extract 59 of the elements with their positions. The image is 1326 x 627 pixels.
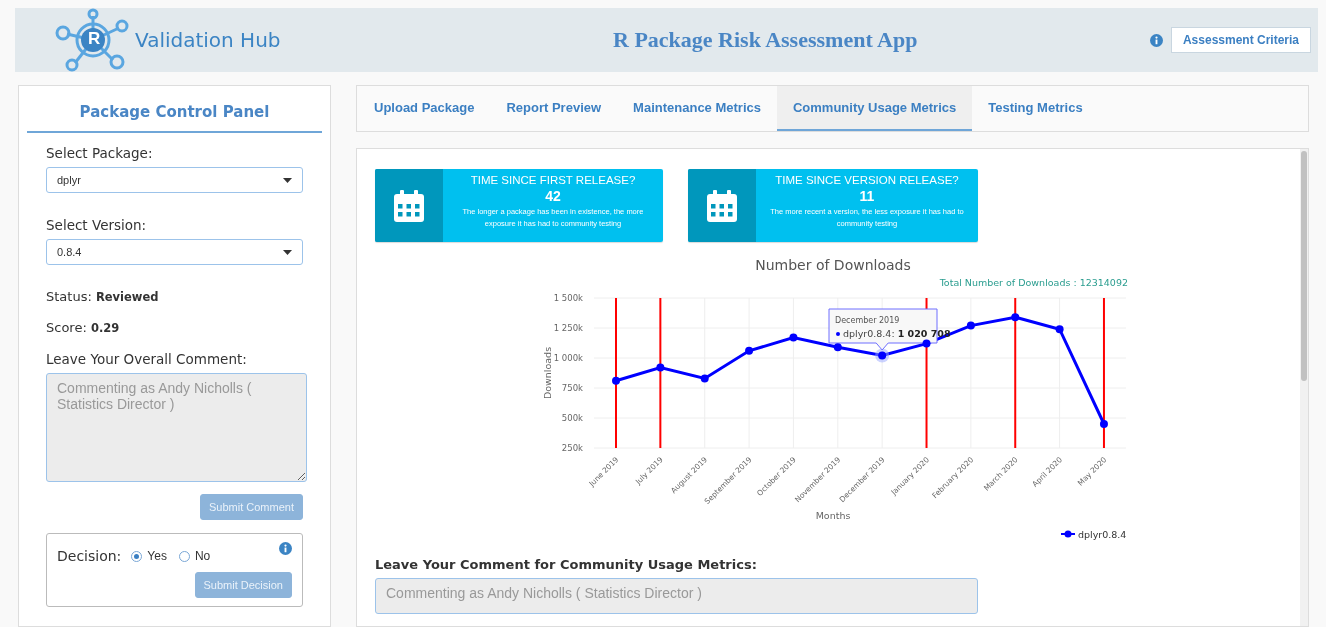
total-downloads-text: Total Number of Downloads : 12314092 <box>939 277 1128 288</box>
caret-icon <box>283 249 292 255</box>
field-label: Select Version: <box>46 217 148 233</box>
select-field[interactable]: 0.8.4 <box>46 239 303 265</box>
logo-text: Validation Hub <box>135 28 281 52</box>
data-point <box>833 343 842 352</box>
y-tick-label: 250k <box>561 443 583 453</box>
info-icon[interactable] <box>279 542 292 555</box>
data-point <box>612 376 620 385</box>
field-label: Leave Your Overall Comment: <box>46 351 248 367</box>
tab[interactable]: Report Preview <box>490 86 618 131</box>
calendar-icon <box>707 189 737 222</box>
tab[interactable]: Community Usage Metrics <box>776 86 973 131</box>
radio-button[interactable] <box>178 550 190 562</box>
tab[interactable]: Upload Package <box>358 86 491 131</box>
info-box-value: 42 <box>544 187 562 206</box>
field-label: Select Package: <box>46 145 154 161</box>
logo-letter: R <box>88 28 101 50</box>
chart-title: Number of Downloads <box>755 257 911 273</box>
info-box-title: TIME SINCE VERSION RELEASE? <box>774 173 960 187</box>
assessment-criteria-button[interactable]: Assessment Criteria <box>1170 27 1311 53</box>
y-tick-label: 500k <box>561 413 583 423</box>
data-point <box>966 321 975 330</box>
tab[interactable]: Maintenance Metrics <box>617 86 777 131</box>
y-tick-label: 1 250k <box>553 323 583 333</box>
decision-label: Decision: <box>57 548 122 564</box>
y-axis-label: Downloads <box>542 346 553 400</box>
calendar-icon <box>394 189 424 222</box>
data-point <box>1011 313 1020 322</box>
select-field[interactable]: dplyr <box>46 167 303 193</box>
tooltip-value: dplyr0.8.4: 1 020 708 <box>843 328 951 339</box>
data-point <box>656 363 665 372</box>
caret-icon <box>283 177 292 183</box>
radio-button[interactable] <box>131 550 143 562</box>
score-text: Score: 0.29 <box>46 320 121 335</box>
radio-label[interactable]: Yes <box>147 549 167 563</box>
info-icon[interactable] <box>1149 33 1163 47</box>
y-tick-label: 1 000k <box>553 353 583 363</box>
data-point <box>1099 420 1108 428</box>
app-title: R Package Risk Assessment App <box>613 27 919 53</box>
series-dot-icon <box>836 332 840 336</box>
radio-label[interactable]: No <box>194 549 211 563</box>
legend-label: dplyr0.8.4 <box>1078 528 1127 540</box>
scrollbar[interactable] <box>1300 149 1308 626</box>
tooltip-title: December 2019 <box>835 316 900 325</box>
tab[interactable]: Testing Metrics <box>972 86 1099 131</box>
info-box-value: 11 <box>858 187 876 206</box>
data-point <box>789 333 798 342</box>
panel-title: Package Control Panel <box>27 86 322 133</box>
y-tick-label: 750k <box>561 383 583 393</box>
data-point <box>922 339 931 348</box>
status-text: Status: Reviewed <box>46 289 160 304</box>
y-tick-label: 1 500k <box>553 293 583 303</box>
data-point <box>1055 325 1064 334</box>
info-box-title: TIME SINCE FIRST RELEASE? <box>469 173 637 187</box>
x-axis-label: Months <box>815 510 851 521</box>
data-point <box>745 346 754 355</box>
field-label: Leave Your Comment for Community Usage Metrics: <box>375 557 758 572</box>
data-point <box>700 374 709 383</box>
